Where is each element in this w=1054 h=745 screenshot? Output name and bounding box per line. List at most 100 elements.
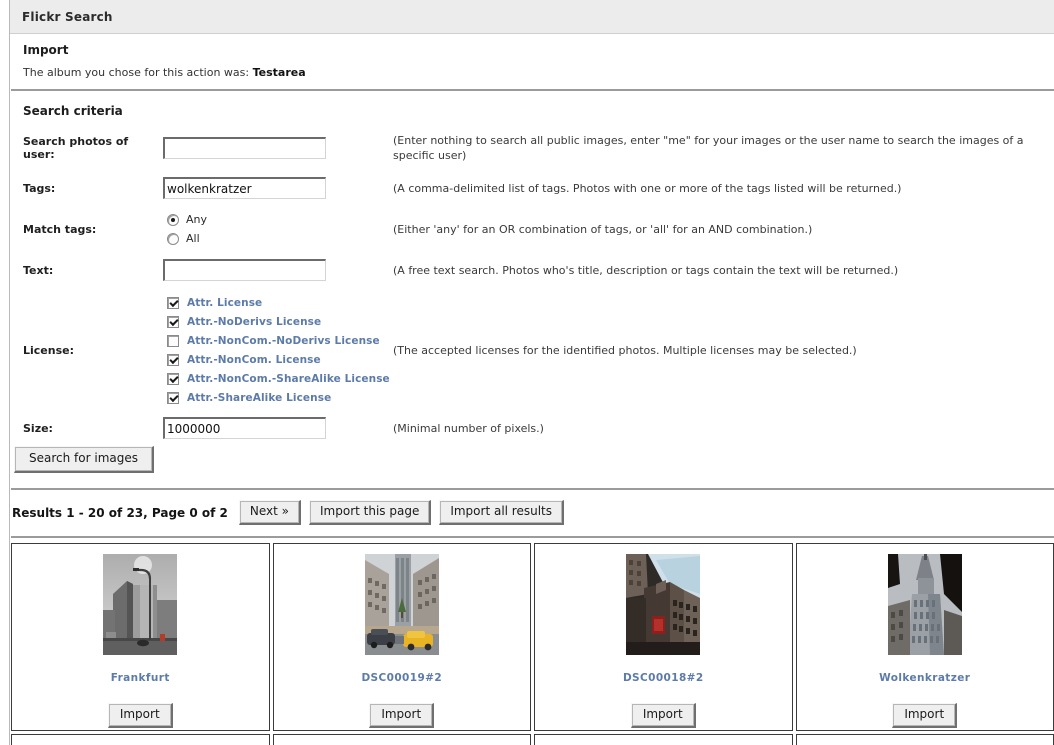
result-cell[interactable]: Wolkenkratzer Import [795,543,1054,731]
photo-dsc00019-icon [364,554,439,655]
form-row-tags: Tags: (A comma-delimited list of tags. P… [23,168,1053,208]
radio-any-label: Any [186,213,208,226]
checkbox-attr-noderivs-license-icon[interactable] [167,315,179,328]
import-button[interactable]: Import [630,703,696,728]
result-cell[interactable] [11,734,270,745]
hint-search-user: (Enter nothing to search all public imag… [393,134,1024,162]
import-button[interactable]: Import [892,703,958,728]
label-text: Text: [23,263,54,277]
license-checkbox-list: Attr. License Attr.-NoDerivs License Att… [167,293,393,407]
form-row-license: License: Attr. License Attr.-NoDerivs Li… [23,290,1053,410]
results-toolbar: Results 1 - 20 of 23, Page 0 of 2 Next »… [12,500,1052,525]
license-option-attr-noncom-noderivs[interactable]: Attr.-NonCom.-NoDerivs License [167,331,393,350]
next-page-button[interactable]: Next » [238,500,301,525]
search-user-input[interactable] [163,137,326,159]
left-rail [0,0,10,745]
radio-option-any[interactable]: Any [167,210,393,229]
result-title[interactable]: DSC00019#2 [361,672,442,684]
result-import-wrap: Import [369,703,435,728]
label-match-tags: Match tags: [23,222,97,236]
checkbox-attr-license-icon[interactable] [167,296,179,309]
tags-input[interactable] [163,177,326,199]
page-title: Import [23,43,69,57]
result-cell[interactable]: DSC00018#2 Import [534,543,793,731]
result-import-wrap: Import [892,703,958,728]
results-grid: Frankfurt Import DSC00019#2 Import DSC00… [11,536,1054,745]
license-label-attr-noncom: Attr.-NonCom. License [187,353,321,366]
cell-tags-input [163,168,393,208]
result-import-wrap: Import [630,703,696,728]
search-for-images-button[interactable]: Search for images [14,446,154,473]
intro-section: Import The album you chose for this acti… [11,35,1054,91]
license-label-attr-noncom-sharealike: Attr.-NonCom.-ShareAlike License [187,372,390,385]
match-tags-radio-group: Any All [163,210,393,248]
results-row-next [11,734,1054,745]
hint-text: (A free text search. Photos who's title,… [393,263,899,277]
album-info-line: The album you chose for this action was:… [23,66,1054,79]
form-row-match-tags: Match tags: Any All (Either 'any' for an… [23,208,1053,250]
license-option-attr-sharealike[interactable]: Attr.-ShareAlike License [167,388,393,407]
import-button[interactable]: Import [107,703,173,728]
cell-license-checkboxes: Attr. License Attr.-NoDerivs License Att… [163,290,393,410]
license-label-attr-sharealike: Attr.-ShareAlike License [187,391,332,404]
result-thumbnail[interactable] [364,554,439,655]
form-row-user: Search photos of user: (Enter nothing to… [23,128,1053,168]
cell-text-input [163,250,393,290]
label-tags: Tags: [23,181,56,195]
cell-size-input [163,410,393,446]
radio-all-icon[interactable] [167,232,179,245]
result-cell[interactable] [534,734,793,745]
form-row-text: Text: (A free text search. Photos who's … [23,250,1053,290]
result-title[interactable]: Frankfurt [111,672,170,684]
checkbox-attr-noncom-noderivs-license-icon[interactable] [167,334,179,347]
license-label-attr-noncom-noderivs: Attr.-NonCom.-NoDerivs License [187,334,380,347]
album-name: Testarea [252,66,306,79]
license-label-attr-noderivs: Attr.-NoDerivs License [187,315,322,328]
import-this-page-button[interactable]: Import this page [309,500,432,525]
result-cell[interactable] [795,734,1054,745]
radio-any-icon[interactable] [167,213,179,226]
results-row: Frankfurt Import DSC00019#2 Import DSC00… [11,543,1054,731]
checkbox-attr-noncom-sharealike-license-icon[interactable] [167,372,179,385]
checkbox-attr-sharealike-license-icon[interactable] [167,391,179,404]
license-label-attr: Attr. License [187,296,263,309]
hint-size: (Minimal number of pixels.) [393,421,544,435]
hint-match-tags: (Either 'any' for an OR combination of t… [393,222,813,236]
hint-license: (The accepted licenses for the identifie… [393,343,857,357]
photo-dsc00018-icon [626,554,701,655]
import-all-results-button[interactable]: Import all results [439,500,565,525]
search-submit-wrap: Search for images [14,446,154,473]
size-input[interactable] [163,417,326,439]
search-criteria-heading: Search criteria [23,104,123,118]
app-title-bar: Flickr Search [10,0,1054,34]
result-import-wrap: Import [107,703,173,728]
result-thumbnail[interactable] [887,554,962,655]
search-criteria-table: Search photos of user: (Enter nothing to… [23,128,1053,446]
form-row-size: Size: (Minimal number of pixels.) [23,410,1053,446]
checkbox-attr-noncom-license-icon[interactable] [167,353,179,366]
flickr-search-page: Flickr Search Import The album you chose… [0,0,1054,745]
label-license: License: [23,343,74,357]
result-thumbnail[interactable] [103,554,178,655]
cell-search-user-input [163,128,393,168]
result-cell[interactable]: Frankfurt Import [11,543,270,731]
license-option-attr[interactable]: Attr. License [167,293,393,312]
result-thumbnail[interactable] [626,554,701,655]
results-divider [11,488,1054,490]
app-title: Flickr Search [22,9,113,24]
photo-frankfurt-icon [103,554,178,655]
cell-match-tags-radios: Any All [163,208,393,250]
search-criteria-section: Search criteria Search photos of user: (… [11,94,1054,446]
license-option-attr-noncom[interactable]: Attr.-NonCom. License [167,350,393,369]
license-option-attr-noderivs[interactable]: Attr.-NoDerivs License [167,312,393,331]
result-cell[interactable]: DSC00019#2 Import [272,543,531,731]
text-input[interactable] [163,259,326,281]
hint-tags: (A comma-delimited list of tags. Photos … [393,181,902,195]
license-option-attr-noncom-sharealike[interactable]: Attr.-NonCom.-ShareAlike License [167,369,393,388]
radio-option-all[interactable]: All [167,229,393,248]
result-title[interactable]: DSC00018#2 [623,672,704,684]
import-button[interactable]: Import [369,703,435,728]
result-cell[interactable] [272,734,531,745]
result-title[interactable]: Wolkenkratzer [879,672,970,684]
album-info-prefix: The album you chose for this action was: [23,66,250,79]
